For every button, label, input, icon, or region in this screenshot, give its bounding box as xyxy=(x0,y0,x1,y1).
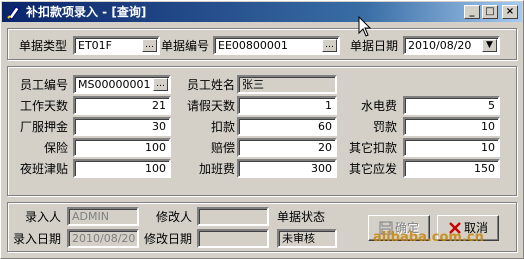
minimize-button[interactable]: _ xyxy=(464,5,480,19)
doc-no-value: EE00800001 xyxy=(218,39,288,52)
night-allowance-label: 夜班津贴 xyxy=(20,162,69,176)
work-days-field[interactable]: 21 xyxy=(73,96,171,115)
close-button[interactable]: × xyxy=(502,5,518,19)
window-title: 补扣款项录入 - [查询] xyxy=(26,5,147,19)
doc-status-label: 单据状态 xyxy=(277,210,326,224)
doc-status-field: 未审核 xyxy=(277,229,337,248)
utility-label: 水电费 xyxy=(361,99,398,113)
doc-type-field[interactable]: ET01F … xyxy=(73,36,160,55)
fine-label: 罚款 xyxy=(373,120,398,134)
emp-no-value: MS00000001 xyxy=(78,78,151,91)
modified-by-field xyxy=(197,207,269,226)
leave-days-label: 请假天数 xyxy=(187,99,236,113)
window: 补扣款项录入 - [查询] _ □ × 单据类型 ET01F … 单据编号 EE… xyxy=(0,0,524,259)
compensation-field[interactable]: 20 xyxy=(237,138,337,157)
modified-date-label: 修改日期 xyxy=(144,232,193,246)
insurance-field[interactable]: 100 xyxy=(73,138,171,157)
emp-name-value: 张三 xyxy=(242,78,264,91)
emp-no-field[interactable]: MS00000001 … xyxy=(73,75,171,94)
mouse-cursor-icon xyxy=(358,16,372,37)
fine-field[interactable]: 10 xyxy=(403,117,500,136)
doc-date-label: 单据日期 xyxy=(350,39,399,53)
emp-no-label: 员工编号 xyxy=(20,78,69,92)
entered-by-value: ADMIN xyxy=(72,210,109,223)
insurance-label: 保险 xyxy=(44,141,69,155)
app-icon xyxy=(7,6,20,20)
uniform-label: 厂服押金 xyxy=(20,120,69,134)
doc-no-lookup-button[interactable]: … xyxy=(322,39,337,52)
other-pay-field[interactable]: 150 xyxy=(403,159,500,178)
modified-by-label: 修改人 xyxy=(156,210,193,224)
leave-days-field[interactable]: 1 xyxy=(237,96,337,115)
entered-by-field: ADMIN xyxy=(67,207,139,226)
entered-by-label: 录入人 xyxy=(25,210,62,224)
watermark: alibaba.com.cn xyxy=(373,230,484,245)
overtime-label: 加班费 xyxy=(199,162,236,176)
overtime-field[interactable]: 300 xyxy=(237,159,337,178)
deduct-field[interactable]: 60 xyxy=(237,117,337,136)
doc-date-value: 2010/08/20 xyxy=(408,39,472,52)
doc-type-label: 单据类型 xyxy=(19,39,68,53)
chevron-down-icon[interactable]: ▼ xyxy=(482,39,497,52)
night-allowance-field[interactable]: 100 xyxy=(73,159,171,178)
maximize-button[interactable]: □ xyxy=(482,5,498,19)
other-pay-label: 其它应发 xyxy=(349,162,398,176)
doc-type-value: ET01F xyxy=(78,39,112,52)
compensation-label: 赔偿 xyxy=(211,141,236,155)
entry-date-field: 2010/08/20 1 xyxy=(67,229,139,248)
emp-no-lookup-button[interactable]: … xyxy=(153,78,168,91)
title-bar[interactable]: 补扣款项录入 - [查询] _ □ × xyxy=(2,2,522,22)
emp-name-field: 张三 xyxy=(237,75,337,94)
utility-field[interactable]: 5 xyxy=(403,96,500,115)
doc-no-label: 单据编号 xyxy=(161,39,210,53)
doc-type-lookup-button[interactable]: … xyxy=(142,39,157,52)
uniform-field[interactable]: 30 xyxy=(73,117,171,136)
emp-name-label: 员工姓名 xyxy=(187,78,236,92)
deduct-label: 扣款 xyxy=(211,120,236,134)
modified-date-field xyxy=(197,229,269,248)
other-deduct-field[interactable]: 10 xyxy=(403,138,500,157)
other-deduct-label: 其它扣款 xyxy=(349,141,398,155)
entry-date-value: 2010/08/20 1 xyxy=(72,232,139,245)
doc-no-field[interactable]: EE00800001 … xyxy=(213,36,340,55)
entry-date-label: 录入日期 xyxy=(13,232,62,246)
doc-date-picker[interactable]: 2010/08/20 ▼ xyxy=(403,36,500,55)
work-days-label: 工作天数 xyxy=(20,99,69,113)
